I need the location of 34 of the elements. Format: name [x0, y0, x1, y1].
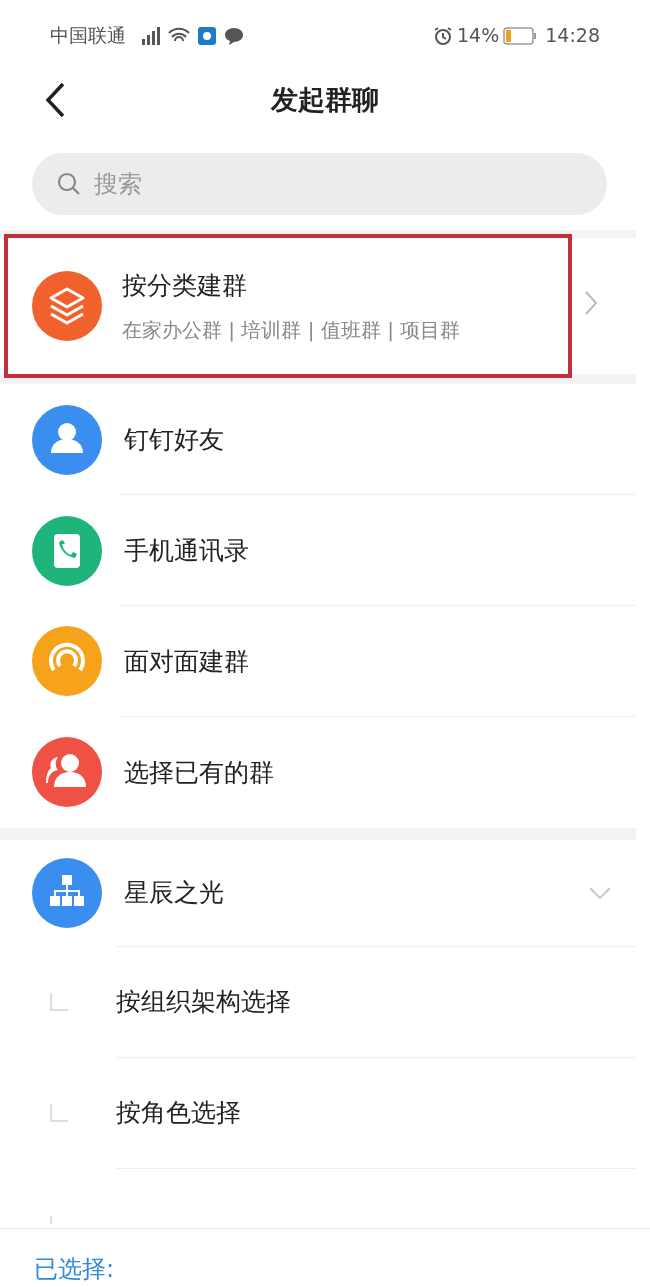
alarm-icon [433, 25, 453, 46]
carrier-name: 中国联通 [50, 23, 126, 49]
option-label: 按组织架构选择 [116, 986, 291, 1019]
option-label: 面对面建群 [124, 645, 249, 678]
battery-icon [503, 26, 538, 45]
org-option[interactable]: 按角色选择 [0, 1057, 636, 1169]
org-row[interactable]: 星辰之光 [0, 839, 636, 947]
contact-option[interactable]: 面对面建群 [0, 606, 636, 717]
org-icon [32, 858, 102, 929]
category-row[interactable]: 按分类建群 在家办公群 | 培训群 | 值班群 | 项目群 [4, 233, 572, 379]
clock-time: 14:28 [545, 23, 600, 49]
battery-percent: 14% [457, 23, 500, 49]
layers-icon [32, 271, 102, 341]
option-label: 手机通讯录 [124, 534, 249, 567]
org-option[interactable]: 按组织架构选择 [0, 946, 636, 1058]
org-name: 星辰之光 [124, 877, 225, 910]
option-label: 选择已有的群 [124, 756, 274, 789]
tree-line-icon [50, 1215, 52, 1224]
search-icon [56, 170, 82, 197]
tree-corner-icon [50, 1104, 68, 1123]
option-label: 钉钉好友 [124, 423, 224, 456]
option-label: 按角色选择 [116, 1097, 241, 1130]
selected-label: 已选择: [34, 1254, 115, 1283]
contact-option[interactable]: 手机通讯录 [0, 495, 636, 607]
chevron-right-icon [584, 290, 598, 316]
search-bar[interactable]: 搜索 [32, 152, 607, 215]
contact-option[interactable]: 选择已有的群 [0, 716, 636, 828]
page-title: 发起群聊 [271, 82, 379, 117]
category-title: 按分类建群 [122, 270, 248, 303]
search-field[interactable]: 搜索 [94, 165, 583, 202]
category-subtitle: 在家办公群 | 培训群 | 值班群 | 项目群 [122, 316, 461, 344]
tree-corner-icon [50, 993, 68, 1012]
contact-option[interactable]: 钉钉好友 [0, 384, 636, 496]
chat-bubble-icon [224, 26, 244, 45]
